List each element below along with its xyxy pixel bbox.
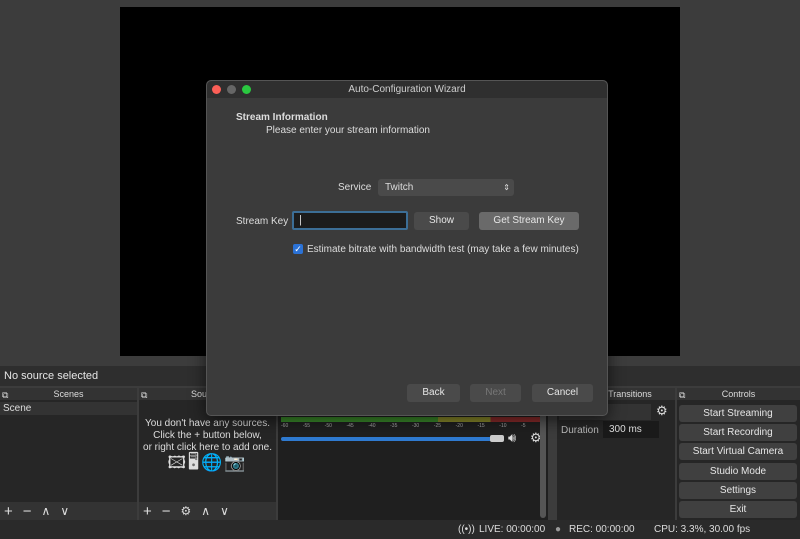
dialog-heading: Stream Information <box>236 112 328 123</box>
stream-key-label: Stream Key <box>236 216 289 227</box>
remove-scene-icon[interactable]: − <box>23 503 32 520</box>
meter-tick: -50 <box>324 423 332 429</box>
live-icon: ((•)) <box>458 524 475 535</box>
rec-time: REC: 00:00:00 <box>569 524 635 535</box>
rec-dot-icon: ● <box>555 524 562 535</box>
start-virtual-camera-button[interactable]: Start Virtual Camera <box>679 443 797 460</box>
dock-float-icon[interactable]: ⧉ <box>2 389 8 401</box>
meter-tick: -10 <box>499 423 507 429</box>
meter-tick: -20 <box>455 423 463 429</box>
chevron-updown-icon: ⇕ <box>503 183 510 192</box>
dock-float-icon[interactable]: ⧉ <box>141 389 147 401</box>
duration-label: Duration <box>561 425 599 436</box>
meter-ticks: -60-55-50-45-40-35-30-25-20-15-10-50 <box>281 423 543 429</box>
meter-tick: -25 <box>433 423 442 429</box>
stream-key-input[interactable]: | <box>292 211 408 230</box>
get-stream-key-button[interactable]: Get Stream Key <box>479 212 579 230</box>
minimize-icon[interactable] <box>227 85 236 94</box>
scenes-dock: ⧉ Scenes Scene + − ∧ ∨ <box>0 388 137 520</box>
remove-source-icon[interactable]: − <box>162 503 171 520</box>
close-icon[interactable] <box>212 85 221 94</box>
studio-mode-button[interactable]: Studio Mode <box>679 463 797 480</box>
bandwidth-test-label[interactable]: Estimate bitrate with bandwidth test (ma… <box>307 244 579 255</box>
cancel-button[interactable]: Cancel <box>532 384 593 402</box>
mixer-scrollbar[interactable] <box>540 400 546 518</box>
no-source-label: No source selected <box>4 370 99 382</box>
move-up-icon[interactable]: ∧ <box>42 504 51 518</box>
service-label: Service <box>338 182 372 193</box>
meter-tick: -40 <box>368 423 376 429</box>
scene-item[interactable]: Scene <box>0 402 137 415</box>
bandwidth-test-checkbox[interactable]: ✓ <box>293 244 303 254</box>
meter-tick: -60 <box>281 423 289 429</box>
meter-tick: -30 <box>411 423 420 429</box>
start-recording-button[interactable]: Start Recording <box>679 424 797 441</box>
controls-dock: ⧉ Controls Start Streaming Start Recordin… <box>677 388 800 520</box>
meter-tick: -5 <box>521 423 526 429</box>
gear-icon[interactable]: ⚙ <box>656 403 668 419</box>
back-button[interactable]: Back <box>407 384 460 402</box>
volume-slider[interactable] <box>281 437 503 441</box>
settings-button[interactable]: Settings <box>679 482 797 499</box>
cpu-fps: CPU: 3.3%, 30.00 fps <box>654 524 751 535</box>
live-time: LIVE: 00:00:00 <box>479 524 546 535</box>
controls-title: Controls <box>721 389 756 399</box>
exit-button[interactable]: Exit <box>679 501 797 518</box>
source-type-icons: 🖾🖥🌐📷 <box>167 453 248 472</box>
add-source-icon[interactable]: + <box>143 503 152 520</box>
show-button[interactable]: Show <box>414 212 469 230</box>
start-streaming-button[interactable]: Start Streaming <box>679 405 797 422</box>
add-scene-icon[interactable]: + <box>4 503 13 520</box>
speaker-icon[interactable]: 🔊︎ <box>508 430 516 446</box>
volume-slider-handle[interactable] <box>490 435 504 442</box>
move-up-icon[interactable]: ∧ <box>201 504 210 518</box>
dock-float-icon[interactable]: ⧉ <box>679 389 685 401</box>
source-properties-icon[interactable]: ⚙ <box>181 504 192 518</box>
auto-config-wizard-dialog: Auto-Configuration Wizard Stream Informa… <box>206 80 608 416</box>
sources-empty-message[interactable]: You don't have any sources. Click the + b… <box>139 418 276 472</box>
move-down-icon[interactable]: ∨ <box>220 504 229 518</box>
dialog-title: Auto-Configuration Wizard <box>348 84 466 95</box>
meter-tick: -55 <box>302 423 311 429</box>
dialog-subheading: Please enter your stream information <box>266 125 430 136</box>
service-select[interactable]: Twitch ⇕ <box>378 179 514 196</box>
duration-input[interactable]: 300 ms <box>603 421 659 438</box>
meter-tick: -45 <box>346 423 354 429</box>
status-bar: ((•)) LIVE: 00:00:00 ● REC: 00:00:00 CPU… <box>0 520 800 539</box>
zoom-icon[interactable] <box>242 85 251 94</box>
move-down-icon[interactable]: ∨ <box>60 504 69 518</box>
next-button[interactable]: Next <box>470 384 521 402</box>
scenes-title: Scenes <box>53 389 84 399</box>
dialog-titlebar[interactable]: Auto-Configuration Wizard <box>207 81 607 98</box>
meter-tick: -15 <box>477 423 485 429</box>
volume-meter <box>281 417 543 422</box>
meter-tick: -35 <box>390 423 398 429</box>
